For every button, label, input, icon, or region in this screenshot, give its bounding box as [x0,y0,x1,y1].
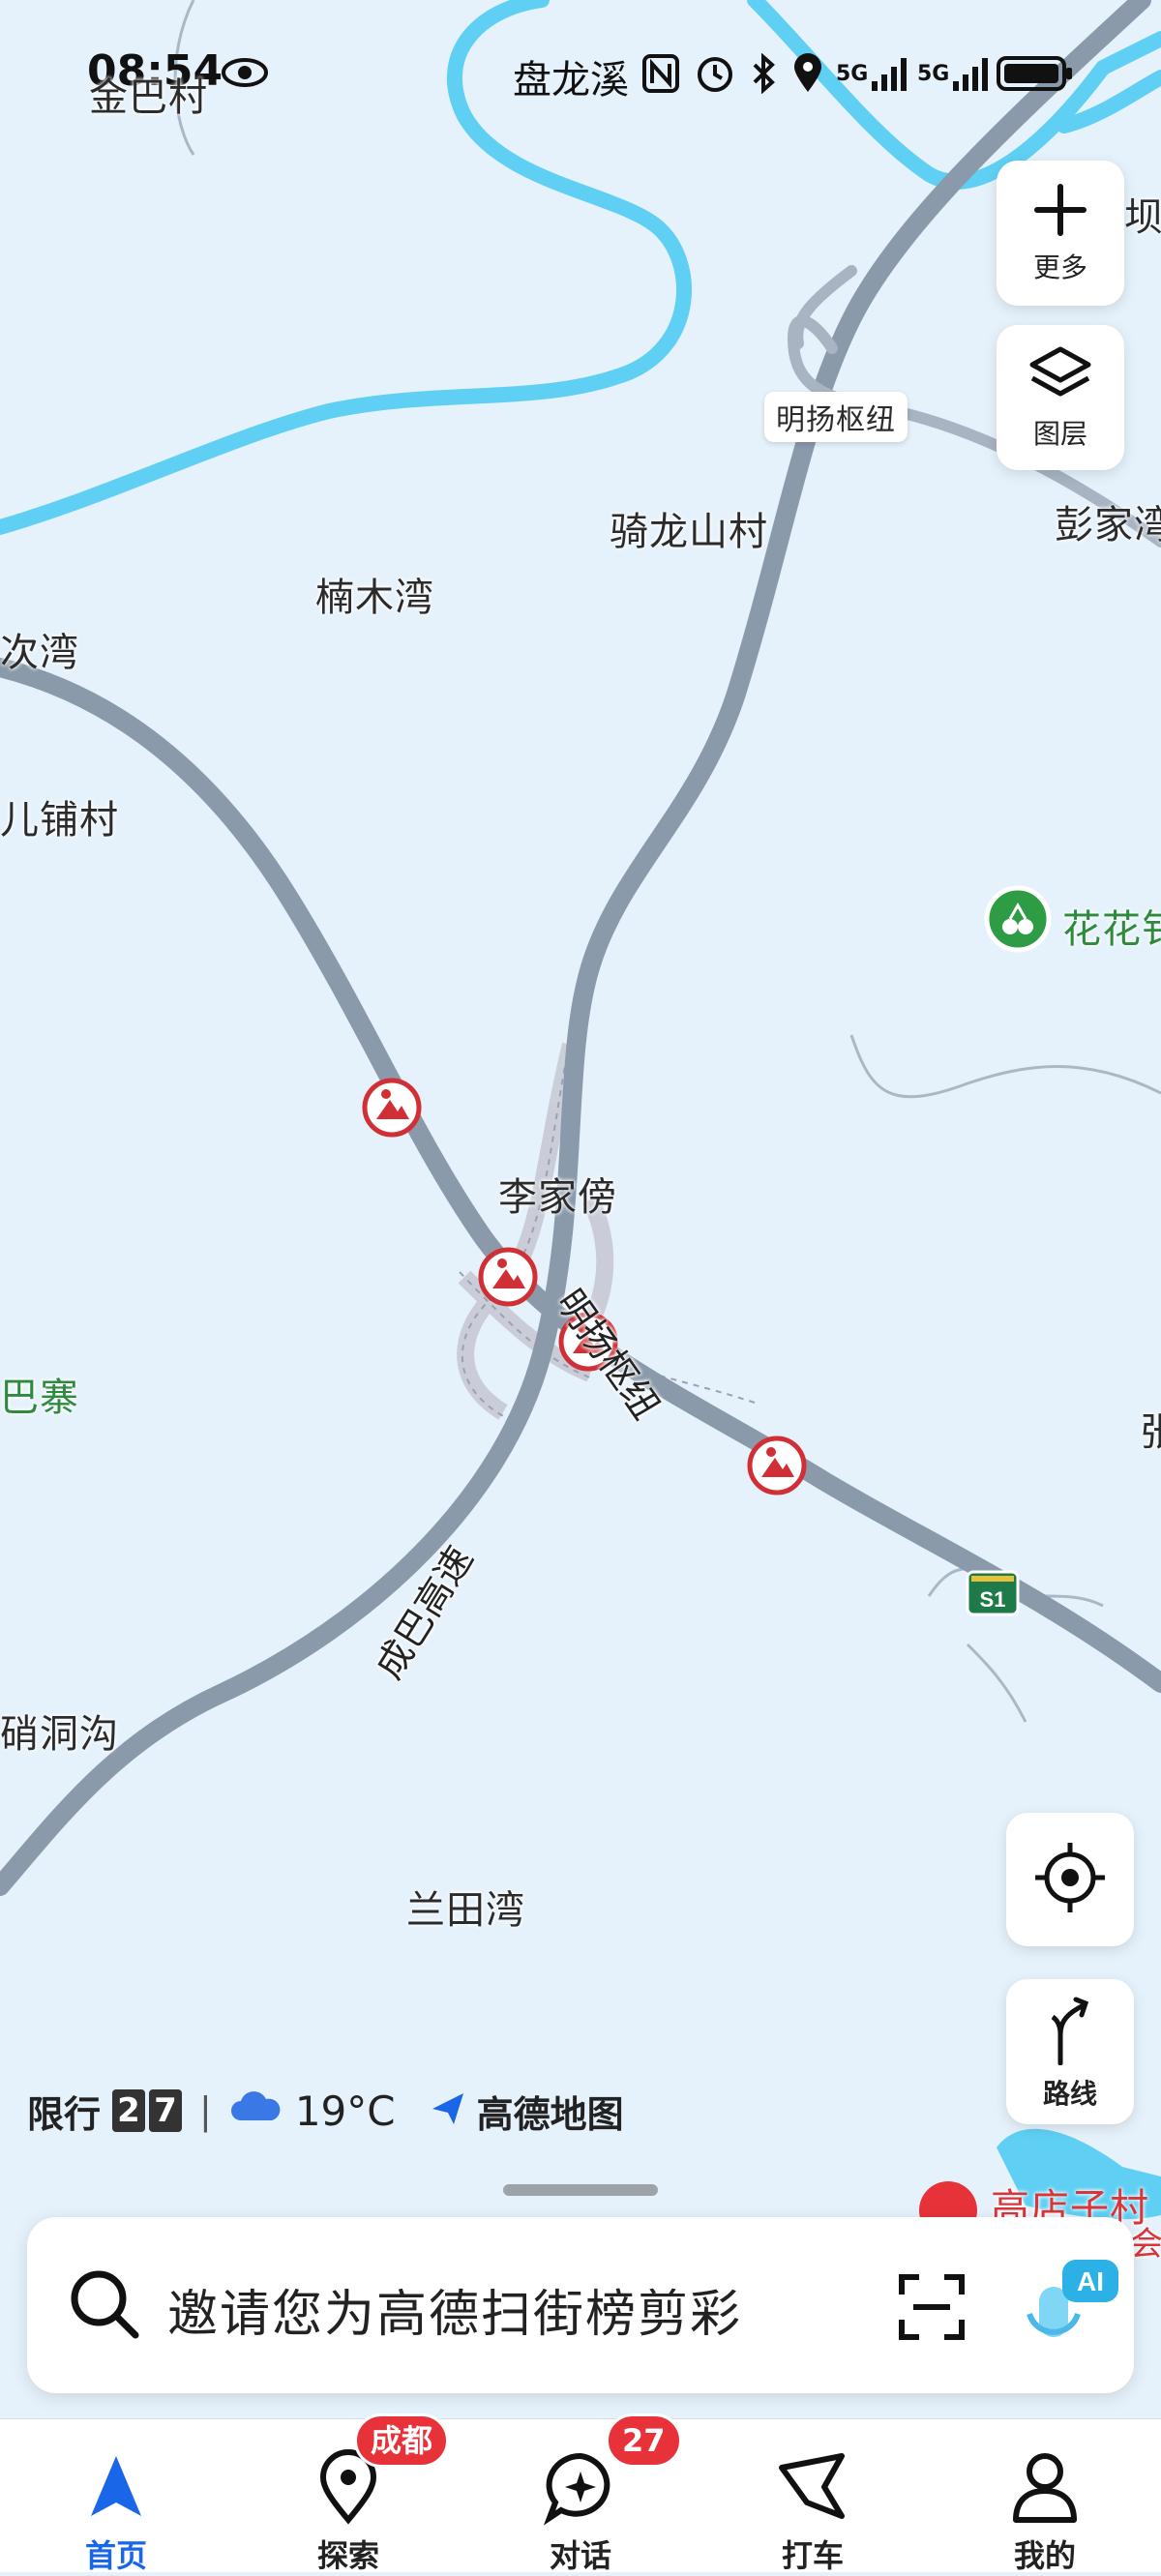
plus-icon [1031,181,1089,243]
tab-explore[interactable]: 成都 探索 [232,2413,464,2574]
person-icon [1006,2448,1084,2526]
place-label: 张 [1140,1410,1161,1455]
crosshair-icon [1033,1841,1107,1918]
layers-button[interactable]: 图层 [997,325,1124,470]
navigation-arrow-icon [77,2448,155,2526]
search-placeholder: 邀请您为高德扫街榜剪彩 [167,2286,743,2344]
restriction-digit: 7 [149,2089,183,2132]
info-bar: 限行 2 7 | 19°C 高德地图 [27,2080,624,2142]
place-label: 彭家湾 [1055,503,1161,548]
place-label: 巴寨 [0,1376,79,1420]
search-icon [68,2267,141,2345]
separator: | [199,2089,212,2132]
nfc-icon [642,52,679,95]
tab-profile[interactable]: 我的 [929,2419,1161,2574]
tab-badge: 成都 [354,2413,450,2468]
place-label: 硝洞沟 [0,1712,119,1757]
tab-label: 我的 [1013,2537,1076,2574]
route-label: 路线 [1042,2078,1097,2110]
drawer-handle[interactable] [503,2184,658,2196]
taxi-flag-icon [774,2448,851,2526]
location-icon [791,52,824,95]
tab-home[interactable]: 首页 [0,2419,232,2574]
place-label: 儿铺村 [0,798,119,843]
place-label: 坝 [1124,195,1161,240]
ai-badge-text: AI [1077,2266,1104,2296]
tab-badge: 27 [606,2413,682,2468]
eye-icon [221,56,269,93]
scan-icon[interactable] [898,2273,966,2345]
restriction-label: 限行 [27,2092,102,2136]
bottom-tab-bar: 首页 成都 探索 27 对话 打车 我的 [0,2413,1161,2574]
chat-sparkle-icon [542,2448,619,2526]
cloud-icon [229,2089,283,2133]
battery-icon [997,52,1074,95]
place-label: 会 [1130,2225,1161,2264]
more-button[interactable]: 更多 [997,161,1124,306]
search-bar[interactable]: 邀请您为高德扫街榜剪彩 AI [27,2217,1134,2393]
layers-icon [1027,343,1094,409]
signal-icon: 5G [836,52,910,95]
interchange-label: 明扬枢纽 [764,392,908,442]
svg-text:S1: S1 [980,1587,1006,1612]
alarm-icon [695,52,735,95]
construction-marker[interactable] [747,1436,807,1495]
tab-label: 首页 [84,2537,147,2574]
place-label: 次湾 [0,631,79,675]
brand-name: 高德地图 [476,2092,624,2136]
place-label: 兰田湾 [406,1888,525,1933]
place-label: 楠木湾 [315,576,434,620]
poi-label[interactable]: 花花钅 [1062,898,1161,954]
signal-icon-2: 5G [917,52,992,95]
route-button[interactable]: 路线 [1006,1979,1134,2124]
construction-marker[interactable] [478,1247,538,1307]
layers-label: 图层 [1032,418,1087,450]
ai-voice-icon[interactable]: AI [1018,2252,1124,2358]
bluetooth-icon [751,52,776,95]
highway-shield: S1 [966,1570,1020,1616]
tab-label: 探索 [316,2537,379,2574]
place-label: 李家傍 [498,1175,617,1220]
restriction-digit: 2 [112,2089,146,2132]
tab-chat[interactable]: 27 对话 [464,2413,697,2574]
construction-marker[interactable] [362,1078,422,1138]
route-arrow-icon [1041,1992,1099,2069]
more-label: 更多 [1032,252,1087,283]
locate-button[interactable] [1006,1813,1134,1946]
tab-label: 对话 [549,2537,611,2574]
poi-orchard-icon[interactable] [984,885,1052,953]
place-label: 金巴村 [89,75,208,120]
amap-logo-icon [425,2086,471,2137]
tab-label: 打车 [781,2537,844,2574]
tab-taxi[interactable]: 打车 [697,2419,929,2574]
status-location: 盘龙溪 [513,58,629,103]
temperature: 19°C [294,2087,396,2135]
place-label: 骑龙山村 [610,510,768,554]
